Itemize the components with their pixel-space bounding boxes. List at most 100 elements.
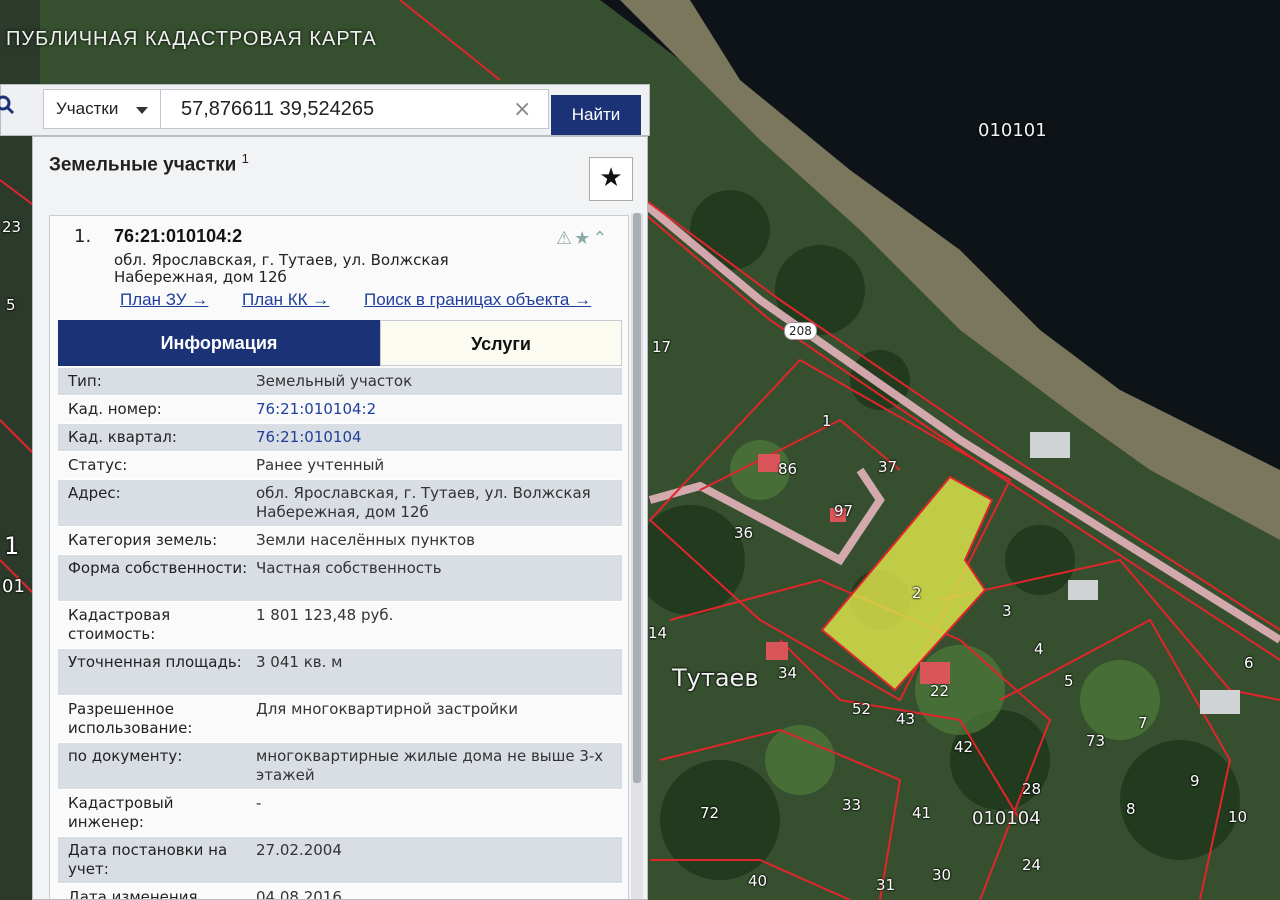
parcel-number[interactable]: 7 [1138, 714, 1148, 732]
info-key: Разрешенное использование: [68, 700, 193, 737]
parcel-number[interactable]: 14 [648, 624, 667, 642]
tab-information[interactable]: Информация [58, 320, 380, 366]
info-row: Кад. квартал: 76:21:010104 [58, 424, 622, 452]
info-value: Земли населённых пунктов [256, 531, 475, 549]
info-value: Земельный участок [256, 372, 413, 390]
panel-title-text: Земельные участки [49, 154, 237, 176]
tab-services[interactable]: Услуги [380, 320, 622, 366]
info-value: Для многоквартирной застройки [256, 700, 518, 718]
find-button[interactable]: Найти [551, 95, 641, 135]
info-value: 04.08.2016 [256, 888, 342, 900]
info-value: 1 801 123,48 руб. [256, 606, 394, 624]
result-address: обл. Ярославская, г. Тутаев, ул. Волжска… [114, 251, 449, 286]
info-value: 3 041 кв. м [256, 653, 343, 671]
clear-icon[interactable]: × [513, 97, 531, 122]
parcel-number[interactable]: 5 [1064, 672, 1074, 690]
search-type-select[interactable]: Участки [43, 89, 161, 129]
star-icon: ★ [599, 163, 623, 193]
parcel-number[interactable]: 52 [852, 700, 871, 718]
parcel-number[interactable]: 36 [734, 524, 753, 542]
info-value: Ранее учтенный [256, 456, 385, 474]
info-key: Тип: [68, 372, 102, 390]
plan-kk-link[interactable]: План КК → [242, 290, 329, 310]
info-row: Категория земель: Земли населённых пункт… [58, 527, 622, 555]
parcel-number[interactable]: 41 [912, 804, 931, 822]
parcel-number[interactable]: 86 [778, 460, 797, 478]
parcel-number[interactable]: 5 [6, 296, 16, 314]
result-index: 1. [74, 226, 92, 247]
result-count: 1 [241, 151, 249, 166]
info-key: Кад. номер: [68, 400, 162, 418]
info-value-link[interactable]: 76:21:010104 [256, 428, 616, 447]
quarter-label-010101: 010101 [978, 120, 1047, 141]
parcel-number[interactable]: 28 [1022, 780, 1041, 798]
quarter-label-010104: 010104 [972, 808, 1041, 829]
card-action-icons[interactable]: ⚠★⌃ [556, 228, 609, 249]
parcel-number[interactable]: 22 [930, 682, 949, 700]
parcel-number[interactable]: 30 [932, 866, 951, 884]
info-row: Тип: Земельный участок [58, 368, 622, 396]
parcel-number[interactable]: 31 [876, 876, 895, 894]
parcel-number[interactable]: 17 [652, 338, 671, 356]
info-row: Статус: Ранее учтенный [58, 452, 622, 480]
info-value: многоквартирные жилые дома не выше 3-х э… [256, 747, 604, 784]
info-row: по документу: многоквартирные жилые дома… [58, 743, 622, 790]
info-key: Уточненная площадь: [68, 653, 242, 671]
info-key: Дата изменения [68, 888, 198, 900]
parcel-number[interactable]: 1 [822, 412, 832, 430]
search-input[interactable] [161, 89, 549, 129]
scrollbar[interactable] [631, 213, 643, 899]
panel-title: Земельные участки 1 [49, 151, 249, 176]
info-value: - [256, 794, 262, 812]
info-key: Статус: [68, 456, 128, 474]
parcel-number[interactable]: 24 [1022, 856, 1041, 874]
info-row: Форма собственности: Частная собственнос… [58, 555, 622, 602]
parcel-number[interactable]: 72 [700, 804, 719, 822]
info-key: Категория земель: [68, 531, 218, 549]
info-value-link[interactable]: 76:21:010104:2 [256, 400, 616, 419]
parcel-number[interactable]: 43 [896, 710, 915, 728]
info-row: Разрешенное использование: Для многоквар… [58, 696, 622, 743]
parcel-number[interactable]: 9 [1190, 772, 1200, 790]
parcel-number[interactable]: 33 [842, 796, 861, 814]
info-value: обл. Ярославская, г. Тутаев, ул. Волжска… [256, 484, 591, 521]
app-title: ПУБЛИЧНАЯ КАДАСТРОВАЯ КАРТА [6, 28, 377, 50]
info-row: Уточненная площадь: 3 041 кв. м [58, 649, 622, 696]
parcel-number[interactable]: 1 [4, 532, 19, 560]
parcel-number[interactable]: 01 [2, 576, 25, 597]
info-table: Тип: Земельный участок Кад. номер: 76:21… [58, 368, 622, 900]
top-bar: ПУБЛИЧНАЯ КАДАСТРОВАЯ КАРТА [0, 0, 1280, 60]
search-type-label: Участки [56, 99, 119, 118]
search-bar: Участки × Найти [0, 84, 650, 136]
info-row: Кад. номер: 76:21:010104:2 [58, 396, 622, 424]
scrollbar-thumb[interactable] [633, 213, 641, 783]
info-key: по документу: [68, 747, 183, 765]
bookmark-button[interactable]: ★ [589, 157, 633, 201]
parcel-number[interactable]: 8 [1126, 800, 1136, 818]
result-card: 1. 76:21:010104:2 обл. Ярославская, г. Т… [49, 215, 629, 900]
parcel-number[interactable]: 3 [1002, 602, 1012, 620]
parcel-number[interactable]: 73 [1086, 732, 1105, 750]
results-panel: Земельные участки 1 ★ 1. 76:21:010104:2 … [32, 136, 648, 900]
parcel-number[interactable]: 10 [1228, 808, 1247, 826]
parcel-number[interactable]: 23 [2, 218, 21, 236]
parcel-number[interactable]: 42 [954, 738, 973, 756]
info-row: Кадастровая стоимость: 1 801 123,48 руб. [58, 602, 622, 649]
parcel-number[interactable]: 4 [1034, 640, 1044, 658]
search-icon[interactable] [0, 95, 15, 115]
search-in-bounds-link[interactable]: Поиск в границах объекта → [364, 290, 591, 310]
info-key: Кадастровый инженер: [68, 794, 174, 831]
parcel-number[interactable]: 2 [912, 584, 922, 602]
cadastral-number-title[interactable]: 76:21:010104:2 [114, 226, 242, 247]
parcel-number[interactable]: 6 [1244, 654, 1254, 672]
parcel-number[interactable]: 97 [834, 502, 853, 520]
plan-zu-link[interactable]: План ЗУ → [120, 290, 208, 310]
parcel-number[interactable]: 34 [778, 664, 797, 682]
info-value: 27.02.2004 [256, 841, 342, 859]
town-label: Тутаев [672, 664, 759, 692]
parcel-number[interactable]: 37 [878, 458, 897, 476]
info-key: Кад. квартал: [68, 428, 177, 446]
road-number-badge: 208 [784, 322, 817, 340]
info-key: Форма собственности: [68, 559, 248, 577]
parcel-number[interactable]: 40 [748, 872, 767, 890]
